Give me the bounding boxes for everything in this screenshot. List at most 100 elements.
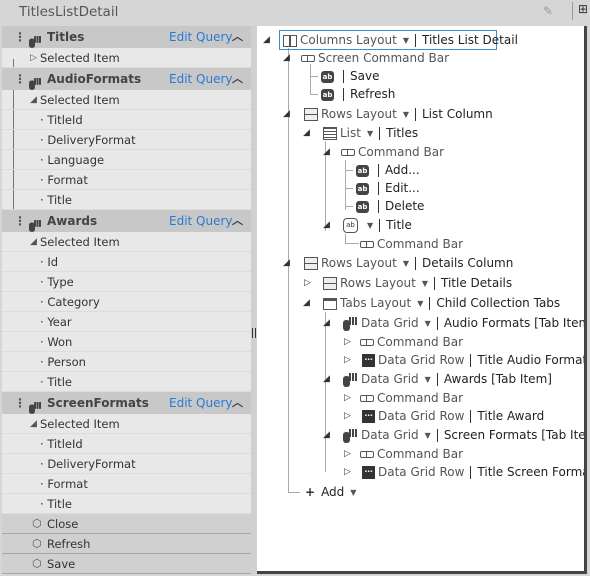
expand-triangle-icon[interactable]: ▷ [344, 333, 351, 351]
tree-node-list-column[interactable]: Rows Layout ▼ List Column [304, 105, 493, 123]
collapse-triangle-icon[interactable]: ◢ [263, 31, 270, 49]
selected-item-row[interactable]: ◢ Selected Item [2, 414, 251, 434]
edit-query-link[interactable]: Edit Query [169, 210, 233, 232]
tree-node-grid-command-bar[interactable]: Command Bar [360, 389, 463, 407]
collapse-triangle-icon[interactable]: ◢ [323, 143, 330, 161]
drag-handle-icon[interactable]: ⋮ [14, 68, 26, 90]
dropdown-arrow-icon[interactable]: ▼ [367, 221, 373, 230]
splitter-grip-icon[interactable] [252, 328, 256, 338]
tree-node-button-edit[interactable]: ab Edit... [356, 179, 420, 197]
expand-triangle-icon[interactable]: ▷ [344, 351, 351, 369]
drag-handle-icon[interactable]: ⋮ [14, 26, 26, 48]
expand-triangle-icon[interactable]: ▷ [344, 445, 351, 463]
property-item[interactable]: · Category [2, 292, 251, 312]
source-header-audioformats[interactable]: ⋮ AudioFormats Edit Query ︿ [2, 68, 251, 90]
tree-node-list[interactable]: List ▼ Titles [323, 124, 418, 142]
dropdown-arrow-icon[interactable]: ▼ [425, 375, 431, 384]
expand-icon[interactable]: ▷ [30, 48, 37, 68]
selected-item-row[interactable]: ◢ Selected Item [2, 90, 251, 110]
property-item[interactable]: · Id [2, 252, 251, 272]
property-item[interactable]: · Year [2, 312, 251, 332]
collapse-triangle-icon[interactable]: ◢ [303, 124, 310, 142]
collapse-triangle-icon[interactable]: ◢ [323, 426, 330, 444]
drag-handle-icon[interactable]: ⋮ [14, 392, 26, 414]
edit-query-link[interactable]: Edit Query [169, 26, 233, 48]
property-item[interactable]: · Language [2, 150, 251, 170]
property-item[interactable]: · DeliveryFormat [2, 130, 251, 150]
tree-node-data-grid-row[interactable]: ⋯ Data Grid Row Title Audio Format [362, 351, 584, 369]
dropdown-arrow-icon[interactable]: ▼ [422, 279, 428, 288]
property-item[interactable]: · DeliveryFormat [2, 454, 251, 474]
collapse-icon[interactable]: ︿ [232, 210, 243, 232]
dropdown-arrow-icon[interactable]: ▼ [367, 129, 373, 138]
collapse-triangle-icon[interactable]: ◢ [283, 254, 290, 272]
property-item[interactable]: · Title [2, 190, 251, 210]
collapse-triangle-icon[interactable]: ◢ [323, 314, 330, 332]
drag-handle-icon[interactable]: ⋮ [14, 210, 26, 232]
selected-item-row[interactable]: ◢ Selected Item [2, 232, 251, 252]
dropdown-arrow-icon[interactable]: ▼ [425, 319, 431, 328]
command-close[interactable]: ⬡ Close [2, 514, 251, 534]
selected-item-row[interactable]: ▷ Selected Item [2, 48, 251, 68]
property-item[interactable]: · Type [2, 272, 251, 292]
tree-node-button-save[interactable]: ab Save [321, 67, 379, 85]
tree-node-tabs-layout[interactable]: Tabs Layout ▼ Child Collection Tabs [323, 294, 560, 312]
dropdown-arrow-icon[interactable]: ▼ [425, 431, 431, 440]
tree-node-button-refresh[interactable]: ab Refresh [321, 85, 395, 103]
property-item[interactable]: · Title [2, 372, 251, 392]
collapse-triangle-icon[interactable]: ◢ [30, 232, 37, 252]
tree-node-data-grid[interactable]: Data Grid ▼ Audio Formats [Tab Item] [343, 314, 584, 332]
property-item[interactable]: · TitleId [2, 110, 251, 130]
collapse-icon[interactable]: ︿ [232, 68, 243, 90]
dropdown-arrow-icon[interactable]: ▼ [403, 110, 409, 119]
tree-node-screen-command-bar[interactable]: Screen Command Bar [301, 49, 449, 67]
tree-node-data-grid[interactable]: Data Grid ▼ Awards [Tab Item] [343, 370, 552, 388]
tree-node-list-command-bar[interactable]: Command Bar [341, 143, 444, 161]
command-refresh[interactable]: ⬡ Refresh [2, 534, 251, 554]
edit-query-link[interactable]: Edit Query [169, 68, 233, 90]
collapse-triangle-icon[interactable]: ◢ [30, 414, 37, 434]
source-header-screenformats[interactable]: ⋮ ScreenFormats Edit Query ︿ [2, 392, 251, 414]
expand-triangle-icon[interactable]: ▷ [344, 389, 351, 407]
tree-node-data-grid-row[interactable]: ⋯ Data Grid Row Title Award [362, 407, 544, 425]
property-item[interactable]: · Person [2, 352, 251, 372]
collapse-triangle-icon[interactable]: ◢ [323, 370, 330, 388]
collapse-icon[interactable]: ︿ [232, 26, 243, 48]
tree-node-data-grid[interactable]: Data Grid ▼ Screen Formats [Tab Item] [343, 426, 584, 444]
command-save[interactable]: ⬡ Save [2, 554, 251, 574]
collapse-triangle-icon[interactable]: ◢ [303, 294, 310, 312]
property-item[interactable]: · Title [2, 494, 251, 514]
tree-node-title-details[interactable]: Rows Layout ▼ Title Details [323, 274, 512, 292]
tree-node-button-add[interactable]: ab Add... [356, 161, 420, 179]
collapse-icon[interactable]: ︿ [232, 392, 243, 414]
collapse-triangle-icon[interactable]: ◢ [283, 49, 290, 67]
tree-node-item-command-bar[interactable]: Command Bar [360, 235, 463, 253]
collapse-triangle-icon[interactable]: ◢ [323, 216, 330, 234]
collapse-triangle-icon[interactable]: ◢ [30, 90, 37, 110]
tree-node-grid-command-bar[interactable]: Command Bar [360, 333, 463, 351]
property-item[interactable]: · Won [2, 332, 251, 352]
dropdown-arrow-icon[interactable]: ▼ [350, 488, 356, 497]
add-panel-icon[interactable]: ⊞ [578, 2, 590, 20]
dropdown-arrow-icon[interactable]: ▼ [403, 259, 409, 268]
edit-query-link[interactable]: Edit Query [169, 392, 233, 414]
expand-triangle-icon[interactable]: ▷ [344, 407, 351, 425]
tree-node-data-grid-row[interactable]: ⋯ Data Grid Row Title Screen Format [362, 463, 584, 481]
expand-triangle-icon[interactable]: ▷ [304, 274, 311, 292]
property-item[interactable]: · TitleId [2, 434, 251, 454]
dropdown-arrow-icon[interactable]: ▼ [417, 299, 423, 308]
collapse-triangle-icon[interactable]: ◢ [283, 105, 290, 123]
tree-node-list-item[interactable]: ab ▼ Title [343, 216, 412, 234]
source-header-titles[interactable]: ⋮ Titles Edit Query ︿ [2, 26, 251, 48]
tree-node-grid-command-bar[interactable]: Command Bar [360, 445, 463, 463]
tree-node-details-column[interactable]: Rows Layout ▼ Details Column [304, 254, 513, 272]
property-item[interactable]: · Format [2, 170, 251, 190]
dropdown-arrow-icon[interactable]: ▼ [403, 36, 409, 45]
add-control-button[interactable]: + Add ▼ [305, 483, 356, 501]
expand-triangle-icon[interactable]: ▷ [344, 463, 351, 481]
edit-icon[interactable]: ✎ [543, 4, 559, 18]
tree-node-button-delete[interactable]: ab Delete [356, 197, 424, 215]
source-header-awards[interactable]: ⋮ Awards Edit Query ︿ [2, 210, 251, 232]
tree-node-root[interactable]: Columns Layout ▼ Titles List Detail [283, 31, 518, 49]
property-item[interactable]: · Format [2, 474, 251, 494]
